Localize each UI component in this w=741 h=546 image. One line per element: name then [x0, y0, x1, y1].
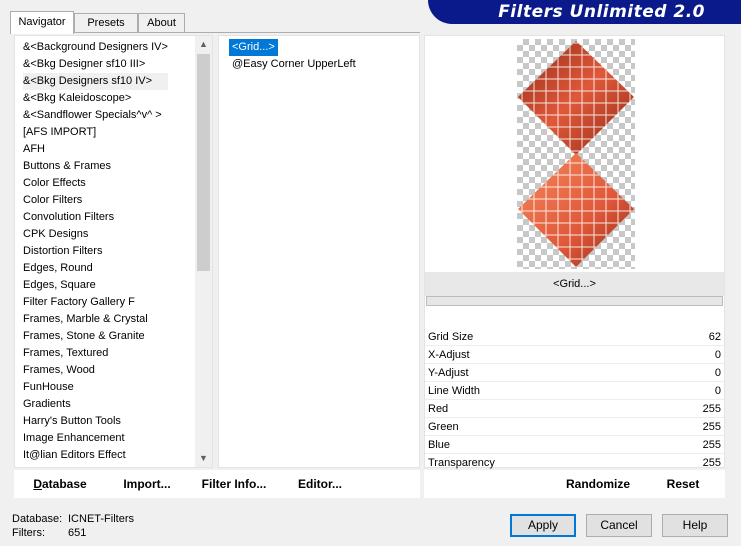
parameter-value[interactable]: 0 — [715, 364, 721, 382]
parameter-value[interactable]: 255 — [703, 436, 721, 454]
category-item[interactable]: Frames, Wood — [23, 362, 168, 379]
scrollbar-thumb[interactable] — [197, 54, 210, 271]
category-item[interactable]: Image Enhancement — [23, 430, 168, 447]
category-item[interactable]: Edges, Square — [23, 277, 168, 294]
progress-bar — [426, 296, 723, 306]
parameter-name: Red — [428, 403, 449, 415]
database-button-label: atabase — [41, 477, 87, 491]
category-item[interactable]: Convolution Filters — [23, 209, 168, 226]
reset-button[interactable]: Reset — [656, 474, 710, 494]
filters-label: Filters: — [12, 527, 45, 539]
filters-count: 651 — [68, 527, 87, 539]
database-button[interactable]: Database — [24, 474, 96, 494]
filter-info-button[interactable]: Filter Info... — [198, 474, 270, 494]
parameter-value[interactable]: 255 — [703, 400, 721, 418]
parameter-row[interactable]: Y-Adjust 0 — [425, 364, 724, 382]
apply-button[interactable]: Apply — [510, 514, 576, 537]
category-item[interactable]: [AFS IMPORT] — [23, 124, 168, 141]
filter-list-panel: <Grid...> @Easy Corner UpperLeft — [218, 35, 420, 468]
category-item[interactable]: Frames, Stone & Granite — [23, 328, 168, 345]
lower-diamond — [518, 153, 634, 267]
randomize-button[interactable]: Randomize — [560, 474, 636, 494]
category-list: &<Background Designers IV> &<Bkg Designer… — [23, 39, 168, 467]
category-item[interactable]: &<Bkg Designers sf10 IV> — [23, 73, 168, 90]
category-scrollbar[interactable]: ▲ ▼ — [195, 36, 212, 467]
filter-list: <Grid...> @Easy Corner UpperLeft — [229, 39, 359, 73]
import-button[interactable]: Import... — [116, 474, 178, 494]
tab-presets[interactable]: Presets — [74, 13, 138, 33]
category-item[interactable]: It@lian Editors Effect — [23, 447, 168, 464]
help-button[interactable]: Help — [662, 514, 728, 537]
current-filter-name: <Grid...> — [425, 272, 724, 296]
category-item[interactable]: FunHouse — [23, 379, 168, 396]
parameter-name: Grid Size — [428, 331, 474, 343]
category-item[interactable]: AFH — [23, 141, 168, 158]
preview-diamonds — [518, 41, 634, 267]
parameter-list: Grid Size 62 X-Adjust 0 Y-Adjust 0 Line Width 0… — [425, 328, 724, 472]
category-item[interactable]: Filter Factory Gallery F — [23, 294, 168, 311]
preview-panel: <Grid...> Grid Size 62 X-Adjust 0 Y-Adjust 0 L… — [424, 35, 725, 472]
parameter-name: Line Width — [428, 385, 480, 397]
parameter-row[interactable]: Green 255 — [425, 418, 724, 436]
title-banner: Filters Unlimited 2.0 — [428, 0, 741, 24]
parameter-row[interactable]: Line Width 0 — [425, 382, 724, 400]
category-item[interactable]: &<Background Designers IV> — [23, 39, 168, 56]
parameter-value[interactable]: 0 — [715, 346, 721, 364]
parameter-name: Green — [428, 421, 459, 433]
parameter-value[interactable]: 62 — [709, 328, 721, 346]
filters-info: Filters: 651 — [12, 527, 86, 539]
tab-navigator[interactable]: Navigator — [10, 11, 74, 34]
database-label: Database: — [12, 513, 63, 525]
filter-item[interactable]: @Easy Corner UpperLeft — [229, 56, 359, 73]
database-value: ICNET-Filters — [68, 513, 134, 525]
parameter-row[interactable]: Red 255 — [425, 400, 724, 418]
category-item[interactable]: Distortion Filters — [23, 243, 168, 260]
database-info: Database: ICNET-Filters — [12, 513, 134, 525]
parameter-value[interactable]: 255 — [703, 418, 721, 436]
banner-title: Filters Unlimited 2.0 — [498, 2, 705, 22]
cancel-button[interactable]: Cancel — [586, 514, 652, 537]
parameter-name: X-Adjust — [428, 349, 470, 361]
category-item[interactable]: Buttons & Frames — [23, 158, 168, 175]
tab-about[interactable]: About — [138, 13, 185, 33]
category-item[interactable]: Italian Editors Effect — [23, 464, 168, 467]
scroll-down-icon[interactable]: ▼ — [195, 450, 212, 467]
category-item[interactable]: Harry's Button Tools — [23, 413, 168, 430]
category-item[interactable]: Color Filters — [23, 192, 168, 209]
upper-diamond — [518, 41, 634, 155]
parameter-row[interactable]: Blue 255 — [425, 436, 724, 454]
category-item[interactable]: Gradients — [23, 396, 168, 413]
category-list-panel: &<Background Designers IV> &<Bkg Designer… — [14, 35, 213, 468]
category-item[interactable]: &<Bkg Designer sf10 III> — [23, 56, 168, 73]
preview-image — [517, 39, 635, 269]
scroll-up-icon[interactable]: ▲ — [195, 36, 212, 53]
parameter-row[interactable]: Grid Size 62 — [425, 328, 724, 346]
editor-button[interactable]: Editor... — [292, 474, 348, 494]
category-item[interactable]: Edges, Round — [23, 260, 168, 277]
parameter-row[interactable]: X-Adjust 0 — [425, 346, 724, 364]
parameter-name: Blue — [428, 439, 451, 451]
category-item[interactable]: Frames, Textured — [23, 345, 168, 362]
parameter-value[interactable]: 0 — [715, 382, 721, 400]
filter-item[interactable]: <Grid...> — [229, 39, 278, 56]
category-item[interactable]: Color Effects — [23, 175, 168, 192]
category-item[interactable]: &<Bkg Kaleidoscope> — [23, 90, 168, 107]
category-item[interactable]: &<Sandflower Specials^v^ > — [23, 107, 168, 124]
category-item[interactable]: Frames, Marble & Crystal — [23, 311, 168, 328]
parameter-name: Y-Adjust — [428, 367, 469, 379]
category-item[interactable]: CPK Designs — [23, 226, 168, 243]
